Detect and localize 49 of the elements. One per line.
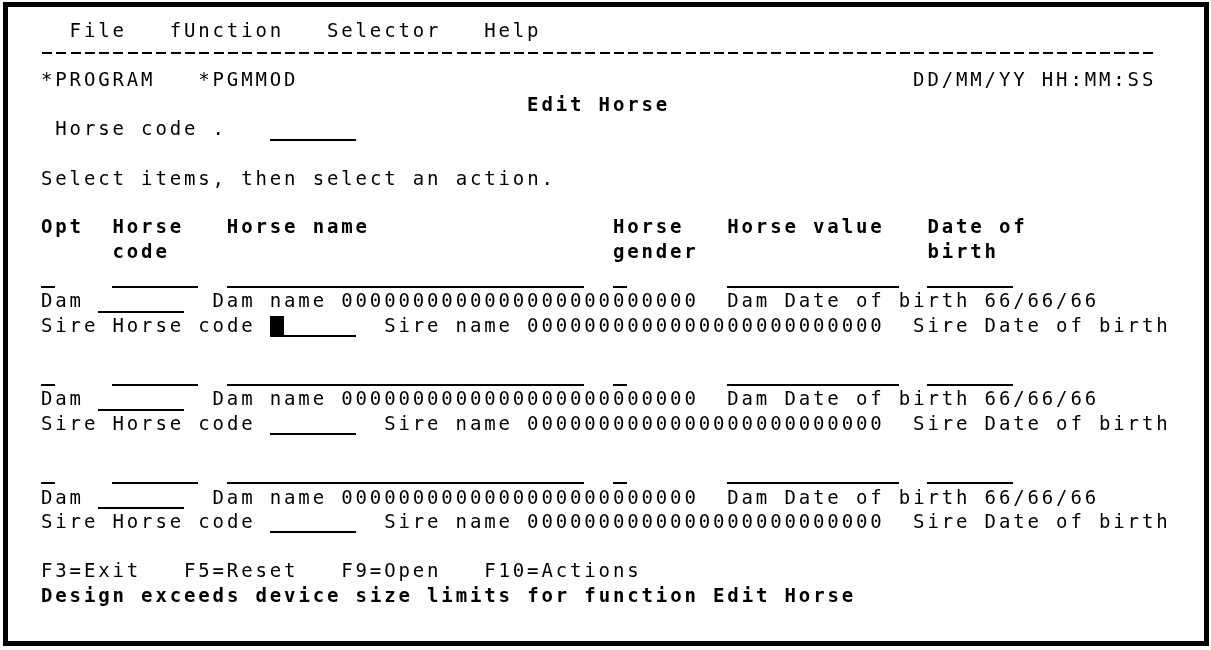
module-label: *PGMMOD xyxy=(198,69,299,90)
instruction-text: Select items, then select an action. xyxy=(41,167,556,188)
field-value: 0000000000000000000000000 xyxy=(527,511,885,532)
field-value: 0000000000000000000000000 xyxy=(341,290,699,311)
field-label: Sire name xyxy=(384,413,513,433)
function-key-hint: F9=Open xyxy=(341,560,442,581)
screen-title: Edit Horse xyxy=(527,93,671,114)
field-label: Dam name xyxy=(212,290,327,311)
field-label: Sire name xyxy=(384,314,513,335)
field-value: 0000000000000000000000000 xyxy=(527,314,885,335)
function-key-hint: F5=Reset xyxy=(183,560,299,581)
menu-item[interactable]: Help xyxy=(484,20,542,41)
field-label: Sire Date of birth xyxy=(913,511,1171,532)
field-value: 66/66/66 xyxy=(984,388,1099,409)
function-key-hint: F10=Actions xyxy=(484,560,642,581)
field-value: 0000000000000000000000000 xyxy=(527,413,885,433)
column-header: Horse gender xyxy=(612,214,699,264)
menu-item[interactable]: fUnction xyxy=(169,20,285,41)
column-header: Date of birth xyxy=(927,214,1028,264)
message-text: Design exceeds device size limits for function Edit Horse xyxy=(41,584,857,605)
field-label: Horse code . xyxy=(55,118,227,139)
field-value: 0000000000000000000000000 xyxy=(341,388,699,409)
input-field[interactable] xyxy=(269,319,356,338)
field-value: 66/66/66 xyxy=(984,290,1099,311)
menu-item[interactable]: File xyxy=(69,20,127,41)
field-label: Sire Horse code xyxy=(41,511,256,532)
field-label: Sire Date of birth xyxy=(913,314,1171,335)
row-label: Dam xyxy=(41,388,84,409)
row-label: Dam xyxy=(41,486,84,507)
field-label: Sire Horse code xyxy=(41,413,256,433)
column-header: Horse value xyxy=(727,214,885,239)
field-value: 0000000000000000000000000 xyxy=(341,486,699,507)
field-label: Dam Date of birth xyxy=(727,290,971,311)
menu-item[interactable]: Selector xyxy=(326,20,442,41)
field-label: Sire Horse code xyxy=(41,314,256,335)
field-value: 66/66/66 xyxy=(984,486,1099,507)
column-header: Opt xyxy=(41,214,84,239)
field-label: Dam Date of birth xyxy=(727,388,971,409)
field-label: Sire Date of birth xyxy=(913,413,1171,433)
program-label: *PROGRAM xyxy=(41,69,156,90)
date-time-text: DD/MM/YY HH:MM:SS xyxy=(913,69,1157,90)
field-label: Sire name xyxy=(384,511,513,532)
field-label: Dam Date of birth xyxy=(727,486,971,507)
column-header: Horse name xyxy=(226,214,370,239)
field-label: Dam name xyxy=(212,388,327,409)
field-label: Dam name xyxy=(212,486,327,507)
function-key-hint: F3=Exit xyxy=(41,560,142,581)
column-header: Horse code xyxy=(112,214,184,264)
row-label: Dam xyxy=(41,290,84,311)
